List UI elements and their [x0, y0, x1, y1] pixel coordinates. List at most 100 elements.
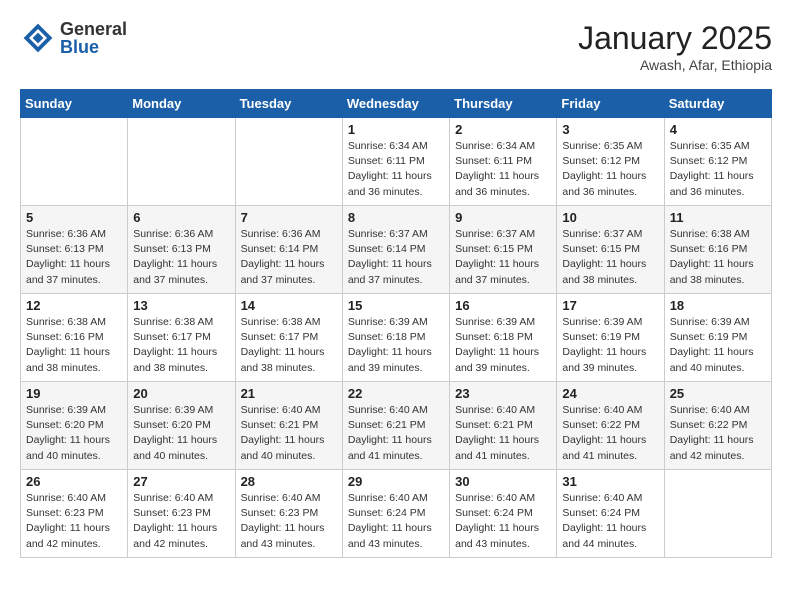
- title-block: January 2025 Awash, Afar, Ethiopia: [578, 20, 772, 73]
- logo: General Blue: [20, 20, 127, 56]
- day-info: Sunrise: 6:36 AM Sunset: 6:13 PM Dayligh…: [133, 227, 229, 288]
- calendar-cell: 22 Sunrise: 6:40 AM Sunset: 6:21 PM Dayli…: [342, 382, 449, 470]
- day-number: 16: [455, 298, 551, 313]
- day-number: 19: [26, 386, 122, 401]
- day-number: 18: [670, 298, 766, 313]
- day-number: 31: [562, 474, 658, 489]
- calendar-cell: 16 Sunrise: 6:39 AM Sunset: 6:18 PM Dayli…: [450, 294, 557, 382]
- calendar-cell: 9 Sunrise: 6:37 AM Sunset: 6:15 PM Daylig…: [450, 206, 557, 294]
- day-number: 21: [241, 386, 337, 401]
- weekday-row: SundayMondayTuesdayWednesdayThursdayFrid…: [21, 90, 772, 118]
- weekday-header-saturday: Saturday: [664, 90, 771, 118]
- day-number: 6: [133, 210, 229, 225]
- calendar-cell: 12Sunrise: 6:38 AM Sunset: 6:16 PM Dayli…: [21, 294, 128, 382]
- day-info: Sunrise: 6:39 AM Sunset: 6:19 PM Dayligh…: [562, 315, 658, 376]
- logo-icon: [20, 20, 56, 56]
- day-number: 5: [26, 210, 122, 225]
- calendar-cell: 11 Sunrise: 6:38 AM Sunset: 6:16 PM Dayli…: [664, 206, 771, 294]
- calendar-cell: 5 Sunrise: 6:36 AM Sunset: 6:13 PM Daylig…: [21, 206, 128, 294]
- day-number: 4: [670, 122, 766, 137]
- day-number: 20: [133, 386, 229, 401]
- calendar-cell: 4 Sunrise: 6:35 AM Sunset: 6:12 PM Daylig…: [664, 118, 771, 206]
- day-number: 23: [455, 386, 551, 401]
- day-number: 8: [348, 210, 444, 225]
- day-number: 27: [133, 474, 229, 489]
- day-info: Sunrise: 6:39 AM Sunset: 6:20 PM Dayligh…: [133, 403, 229, 464]
- calendar-week-5: 26 Sunrise: 6:40 AM Sunset: 6:23 PM Dayli…: [21, 470, 772, 558]
- day-info: Sunrise: 6:40 AM Sunset: 6:24 PM Dayligh…: [348, 491, 444, 552]
- day-info: Sunrise: 6:34 AM Sunset: 6:11 PM Dayligh…: [348, 139, 444, 200]
- weekday-header-sunday: Sunday: [21, 90, 128, 118]
- location: Awash, Afar, Ethiopia: [578, 57, 772, 73]
- calendar-cell: 3 Sunrise: 6:35 AM Sunset: 6:12 PM Daylig…: [557, 118, 664, 206]
- day-info: Sunrise: 6:40 AM Sunset: 6:21 PM Dayligh…: [455, 403, 551, 464]
- weekday-header-friday: Friday: [557, 90, 664, 118]
- day-info: Sunrise: 6:37 AM Sunset: 6:15 PM Dayligh…: [455, 227, 551, 288]
- day-info: Sunrise: 6:38 AM Sunset: 6:17 PM Dayligh…: [241, 315, 337, 376]
- day-info: Sunrise: 6:39 AM Sunset: 6:20 PM Dayligh…: [26, 403, 122, 464]
- calendar-cell: 24Sunrise: 6:40 AM Sunset: 6:22 PM Dayli…: [557, 382, 664, 470]
- calendar-cell: 25 Sunrise: 6:40 AM Sunset: 6:22 PM Dayli…: [664, 382, 771, 470]
- day-number: 22: [348, 386, 444, 401]
- day-info: Sunrise: 6:36 AM Sunset: 6:13 PM Dayligh…: [26, 227, 122, 288]
- calendar-cell: 18Sunrise: 6:39 AM Sunset: 6:19 PM Dayli…: [664, 294, 771, 382]
- day-info: Sunrise: 6:40 AM Sunset: 6:23 PM Dayligh…: [133, 491, 229, 552]
- calendar-cell: 7 Sunrise: 6:36 AM Sunset: 6:14 PM Daylig…: [235, 206, 342, 294]
- calendar-cell: [235, 118, 342, 206]
- day-number: 10: [562, 210, 658, 225]
- day-number: 15: [348, 298, 444, 313]
- day-number: 2: [455, 122, 551, 137]
- calendar-cell: 10 Sunrise: 6:37 AM Sunset: 6:15 PM Dayli…: [557, 206, 664, 294]
- logo-blue-text: Blue: [60, 38, 127, 56]
- calendar-cell: 20 Sunrise: 6:39 AM Sunset: 6:20 PM Dayli…: [128, 382, 235, 470]
- day-number: 9: [455, 210, 551, 225]
- day-info: Sunrise: 6:38 AM Sunset: 6:16 PM Dayligh…: [670, 227, 766, 288]
- day-number: 25: [670, 386, 766, 401]
- day-info: Sunrise: 6:35 AM Sunset: 6:12 PM Dayligh…: [562, 139, 658, 200]
- page-header: General Blue January 2025 Awash, Afar, E…: [20, 20, 772, 73]
- day-info: Sunrise: 6:40 AM Sunset: 6:23 PM Dayligh…: [241, 491, 337, 552]
- day-info: Sunrise: 6:40 AM Sunset: 6:22 PM Dayligh…: [562, 403, 658, 464]
- calendar-cell: 1Sunrise: 6:34 AM Sunset: 6:11 PM Daylig…: [342, 118, 449, 206]
- calendar-week-3: 12Sunrise: 6:38 AM Sunset: 6:16 PM Dayli…: [21, 294, 772, 382]
- calendar-week-4: 19 Sunrise: 6:39 AM Sunset: 6:20 PM Dayli…: [21, 382, 772, 470]
- calendar-cell: 27 Sunrise: 6:40 AM Sunset: 6:23 PM Dayli…: [128, 470, 235, 558]
- weekday-header-tuesday: Tuesday: [235, 90, 342, 118]
- calendar-cell: 29 Sunrise: 6:40 AM Sunset: 6:24 PM Dayli…: [342, 470, 449, 558]
- day-number: 7: [241, 210, 337, 225]
- calendar-cell: 13Sunrise: 6:38 AM Sunset: 6:17 PM Dayli…: [128, 294, 235, 382]
- day-info: Sunrise: 6:40 AM Sunset: 6:24 PM Dayligh…: [562, 491, 658, 552]
- day-info: Sunrise: 6:37 AM Sunset: 6:15 PM Dayligh…: [562, 227, 658, 288]
- logo-text: General Blue: [60, 20, 127, 56]
- calendar-cell: 28 Sunrise: 6:40 AM Sunset: 6:23 PM Dayli…: [235, 470, 342, 558]
- day-number: 17: [562, 298, 658, 313]
- day-info: Sunrise: 6:37 AM Sunset: 6:14 PM Dayligh…: [348, 227, 444, 288]
- calendar-cell: 19 Sunrise: 6:39 AM Sunset: 6:20 PM Dayli…: [21, 382, 128, 470]
- day-info: Sunrise: 6:39 AM Sunset: 6:18 PM Dayligh…: [455, 315, 551, 376]
- calendar-cell: [128, 118, 235, 206]
- day-info: Sunrise: 6:38 AM Sunset: 6:16 PM Dayligh…: [26, 315, 122, 376]
- day-info: Sunrise: 6:40 AM Sunset: 6:21 PM Dayligh…: [348, 403, 444, 464]
- day-number: 28: [241, 474, 337, 489]
- month-title: January 2025: [578, 20, 772, 57]
- day-info: Sunrise: 6:36 AM Sunset: 6:14 PM Dayligh…: [241, 227, 337, 288]
- day-number: 29: [348, 474, 444, 489]
- weekday-header-thursday: Thursday: [450, 90, 557, 118]
- calendar-cell: 17 Sunrise: 6:39 AM Sunset: 6:19 PM Dayli…: [557, 294, 664, 382]
- day-number: 3: [562, 122, 658, 137]
- logo-general: General: [60, 20, 127, 38]
- day-info: Sunrise: 6:35 AM Sunset: 6:12 PM Dayligh…: [670, 139, 766, 200]
- calendar-table: SundayMondayTuesdayWednesdayThursdayFrid…: [20, 89, 772, 558]
- day-number: 11: [670, 210, 766, 225]
- day-number: 13: [133, 298, 229, 313]
- calendar-cell: 23 Sunrise: 6:40 AM Sunset: 6:21 PM Dayli…: [450, 382, 557, 470]
- day-info: Sunrise: 6:39 AM Sunset: 6:18 PM Dayligh…: [348, 315, 444, 376]
- weekday-header-monday: Monday: [128, 90, 235, 118]
- day-info: Sunrise: 6:40 AM Sunset: 6:24 PM Dayligh…: [455, 491, 551, 552]
- calendar-cell: 8 Sunrise: 6:37 AM Sunset: 6:14 PM Daylig…: [342, 206, 449, 294]
- calendar-cell: [664, 470, 771, 558]
- day-info: Sunrise: 6:40 AM Sunset: 6:22 PM Dayligh…: [670, 403, 766, 464]
- day-info: Sunrise: 6:40 AM Sunset: 6:23 PM Dayligh…: [26, 491, 122, 552]
- calendar-cell: 31 Sunrise: 6:40 AM Sunset: 6:24 PM Dayli…: [557, 470, 664, 558]
- day-number: 26: [26, 474, 122, 489]
